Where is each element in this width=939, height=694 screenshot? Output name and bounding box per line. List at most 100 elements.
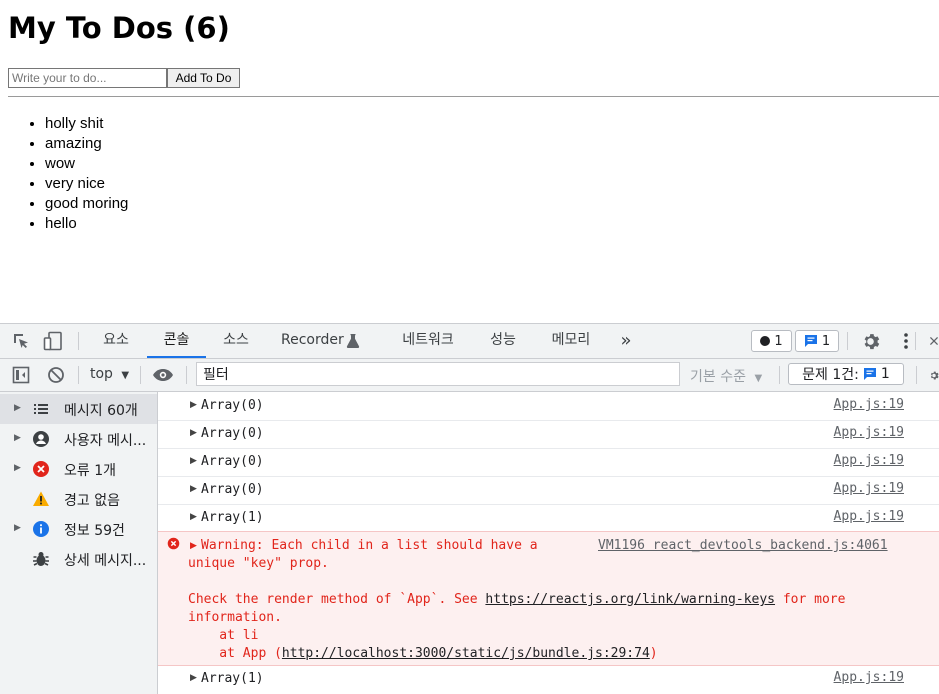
separator — [847, 332, 848, 350]
sidebar-item-user-messages[interactable]: ▶ 사용자 메시... — [0, 424, 157, 454]
todo-input[interactable] — [8, 68, 167, 88]
tab-sources[interactable]: 소스 — [220, 324, 252, 357]
error-icon — [32, 460, 50, 478]
console-messages: ▶ Array(0) App.js:19 ▶ Array(0) App.js:1… — [158, 392, 939, 694]
expand-arrow-icon[interactable]: ▶ — [14, 403, 21, 413]
clear-console-icon[interactable] — [46, 365, 66, 385]
add-todo-button[interactable]: Add To Do — [167, 68, 240, 88]
error-text: information. — [188, 610, 282, 625]
todo-item: holly shit — [45, 114, 128, 134]
dropdown-arrow-icon: ▼ — [754, 373, 763, 384]
console-message[interactable]: ▶ Array(1) App.js:19 — [158, 504, 939, 533]
divider — [8, 96, 939, 97]
dropdown-arrow-icon: ▼ — [121, 370, 130, 381]
source-link[interactable]: App.js:19 — [834, 453, 904, 468]
tab-recorder[interactable]: Recorder — [281, 324, 344, 357]
expand-arrow-icon[interactable]: ▶ — [190, 400, 197, 410]
info-icon — [32, 520, 50, 538]
console-sidebar: ▶ 메시지 60개 ▶ 사용자 메시... ▶ 오류 1개 경고 없음 ▶ 정보… — [0, 392, 158, 694]
context-selector[interactable]: top ▼ — [90, 366, 129, 382]
filter-input[interactable] — [196, 362, 680, 386]
more-tabs-icon[interactable]: » — [616, 324, 636, 357]
source-link[interactable]: App.js:19 — [834, 397, 904, 412]
error-dot-icon — [760, 336, 771, 346]
tab-elements[interactable]: 요소 — [100, 324, 132, 357]
sidebar-item-messages[interactable]: ▶ 메시지 60개 — [0, 394, 157, 424]
separator — [140, 366, 141, 384]
sidebar-item-warnings[interactable]: 경고 없음 — [0, 484, 157, 514]
expand-arrow-icon[interactable]: ▶ — [190, 673, 197, 683]
todo-item: very nice — [45, 174, 128, 194]
expand-arrow-icon[interactable]: ▶ — [14, 463, 21, 473]
console-message[interactable]: ▶ Array(0) App.js:19 — [158, 420, 939, 449]
source-link[interactable]: App.js:19 — [834, 670, 904, 685]
error-icon — [167, 537, 180, 556]
expand-arrow-icon[interactable]: ▶ — [190, 537, 197, 555]
bundle-source-link[interactable]: http://localhost:3000/static/js/bundle.j… — [282, 646, 650, 661]
stack-frame: at li — [188, 628, 259, 643]
error-text: unique "key" prop. — [188, 556, 329, 571]
separator — [186, 366, 187, 384]
message-icon — [804, 335, 817, 347]
error-source-link[interactable]: VM1196 react_devtools_backend.js:4061 — [598, 537, 888, 555]
expand-arrow-icon[interactable]: ▶ — [14, 433, 21, 443]
console-message[interactable]: ▶ Array(0) App.js:19 — [158, 448, 939, 477]
issues-button[interactable]: 문제 1건: 1 — [788, 363, 904, 385]
todo-item: amazing — [45, 134, 128, 154]
app-page: My To Dos (6) Add To Do holly shit amazi… — [0, 0, 939, 322]
console-message[interactable]: ▶ Array(0) App.js:19 — [158, 392, 939, 421]
expand-arrow-icon[interactable]: ▶ — [190, 456, 197, 466]
settings-gear-icon[interactable] — [860, 331, 880, 351]
expand-arrow-icon[interactable]: ▶ — [190, 512, 197, 522]
console-error-message[interactable]: ▶ Warning: Each child in a list should h… — [158, 531, 939, 666]
devtools-panel: 요소 콘솔 소스 Recorder 네트워크 성능 메모리 » 1 1 top … — [0, 323, 939, 694]
live-expression-eye-icon[interactable] — [152, 365, 174, 385]
todo-item: wow — [45, 154, 128, 174]
list-icon — [32, 400, 50, 418]
source-link[interactable]: App.js:19 — [834, 481, 904, 496]
close-icon[interactable] — [929, 331, 939, 351]
separator — [779, 366, 780, 384]
bug-icon — [32, 550, 50, 568]
expand-arrow-icon[interactable]: ▶ — [190, 428, 197, 438]
sidebar-item-info[interactable]: ▶ 정보 59건 — [0, 514, 157, 544]
sidebar-item-verbose[interactable]: 상세 메시지... — [0, 544, 157, 574]
error-count-badge[interactable]: 1 — [751, 330, 792, 352]
separator — [78, 366, 79, 384]
separator — [916, 366, 917, 384]
source-link[interactable]: App.js:19 — [834, 425, 904, 440]
log-level-selector[interactable]: 기본 수준 ▼ — [690, 366, 762, 386]
error-text: Check the render method of `App`. See ht… — [188, 592, 846, 607]
page-title: My To Dos (6) — [8, 11, 230, 45]
devtools-tabbar: 요소 콘솔 소스 Recorder 네트워크 성능 메모리 » 1 1 — [0, 324, 939, 359]
separator — [78, 332, 79, 350]
separator — [915, 332, 916, 350]
warning-keys-link[interactable]: https://reactjs.org/link/warning-keys — [485, 592, 775, 607]
tab-network[interactable]: 네트워크 — [398, 324, 458, 357]
flask-icon — [343, 331, 363, 351]
console-settings-gear-icon[interactable] — [929, 365, 939, 385]
issue-count-badge[interactable]: 1 — [795, 330, 839, 352]
sidebar-toggle-icon[interactable] — [11, 365, 31, 385]
sidebar-item-errors[interactable]: ▶ 오류 1개 — [0, 454, 157, 484]
user-icon — [32, 430, 50, 448]
expand-arrow-icon[interactable]: ▶ — [14, 523, 21, 533]
console-message[interactable]: ▶ Array(1) App.js:19 — [158, 665, 939, 693]
stack-frame: at App (http://localhost:3000/static/js/… — [188, 646, 658, 661]
message-icon — [863, 368, 876, 380]
warning-icon — [32, 490, 50, 508]
todo-item: hello — [45, 214, 128, 234]
source-link[interactable]: App.js:19 — [834, 509, 904, 524]
tab-performance[interactable]: 성능 — [487, 324, 519, 357]
console-toolbar: top ▼ 기본 수준 ▼ 문제 1건: 1 — [0, 359, 939, 392]
more-options-icon[interactable] — [896, 331, 916, 351]
expand-arrow-icon[interactable]: ▶ — [190, 484, 197, 494]
todo-list: holly shit amazing wow very nice good mo… — [0, 114, 128, 234]
device-toolbar-icon[interactable] — [43, 331, 63, 351]
console-message[interactable]: ▶ Array(0) App.js:19 — [158, 476, 939, 505]
error-text: Warning: Each child in a list should hav… — [201, 538, 538, 553]
tab-memory[interactable]: 메모리 — [548, 324, 594, 357]
tab-console[interactable]: 콘솔 — [147, 324, 206, 358]
todo-item: good moring — [45, 194, 128, 214]
inspect-element-icon[interactable] — [11, 331, 31, 351]
